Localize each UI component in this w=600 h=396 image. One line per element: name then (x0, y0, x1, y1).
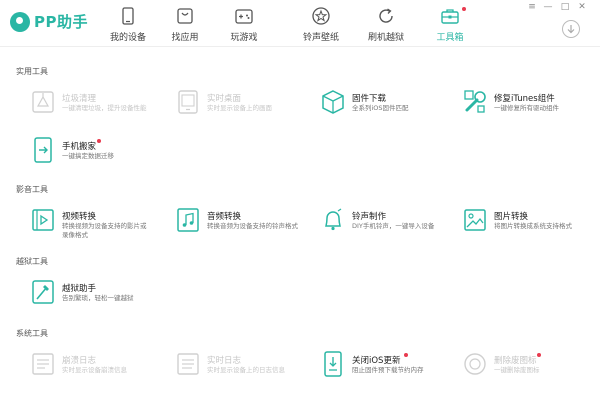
tool-name: 实时桌面 (207, 94, 242, 104)
new-badge (97, 139, 101, 143)
box-icon (322, 90, 344, 114)
tool-name: 修复iTunes组件 (494, 94, 555, 104)
tool-delete-dead-icons[interactable]: 删除废图标 一键删除废图标 (462, 350, 600, 384)
nav-toolbox[interactable]: 工具箱 (420, 7, 480, 43)
tool-name: 固件下载 (352, 94, 387, 104)
close-button[interactable]: ✕ (576, 2, 588, 12)
nav-label: 工具箱 (436, 33, 464, 43)
tool-desc: 转换音频为设备支持的铃声格式 (207, 222, 298, 230)
tool-name: 垃圾清理 (62, 94, 97, 104)
star-icon (312, 7, 330, 25)
tool-video-convert[interactable]: 视频转换 转换视频为设备支持的影片或 录像格式 (30, 206, 170, 240)
tool-desc: 转换视频为设备支持的影片或 录像格式 (62, 222, 147, 239)
broom-icon (32, 91, 54, 113)
tool-name: 手机搬家 (62, 142, 97, 152)
log-live-icon (177, 353, 199, 375)
refresh-icon (379, 8, 393, 23)
log-icon (32, 353, 54, 375)
tool-desc: 实时显示设备崩溃信息 (62, 366, 127, 374)
tool-desc: 一键修复所有驱动组件 (494, 104, 559, 112)
new-badge (404, 353, 408, 357)
tool-desc: 将图片转换成系统支持格式 (494, 222, 572, 230)
nav-flash-jailbreak[interactable]: 刷机越狱 (356, 7, 416, 43)
arrow-down-icon (567, 25, 575, 34)
tool-audio-convert[interactable]: 音频转换 转换音频为设备支持的铃声格式 (175, 206, 315, 240)
tool-realtime-desktop[interactable]: 实时桌面 实时显示设备上的画面 (175, 88, 315, 122)
tool-desc: 一键清理垃圾，提升设备性能 (62, 104, 147, 112)
image-icon (464, 209, 486, 231)
nav-find-apps[interactable]: 找应用 (155, 7, 215, 43)
minimize-button[interactable]: — (542, 2, 554, 12)
tool-name: 实时日志 (207, 356, 242, 366)
music-icon (177, 208, 199, 232)
tool-name: 崩溃日志 (62, 356, 97, 366)
nav-label: 找应用 (171, 33, 199, 43)
tool-desc: 全系列iOS固件匹配 (352, 104, 409, 112)
section-title-media: 影音工具 (16, 185, 48, 194)
tool-realtime-log[interactable]: 实时日志 实时显示设备上的日志信息 (175, 350, 315, 384)
screen-icon (178, 90, 198, 114)
tool-name: 删除废图标 (494, 356, 537, 366)
tool-ringtone-maker[interactable]: 铃声制作 DIY手机铃声，一键导入设备 (320, 206, 460, 240)
tool-desc: DIY手机铃声，一键导入设备 (352, 222, 435, 230)
pp-logo-icon (10, 11, 30, 32)
nav-games[interactable]: 玩游戏 (214, 7, 274, 43)
tool-firmware-download[interactable]: 固件下载 全系列iOS固件匹配 (320, 88, 460, 122)
section-title-system: 系统工具 (16, 329, 48, 338)
nav-ringtones-wallpapers[interactable]: 铃声壁纸 (291, 7, 351, 43)
tool-image-convert[interactable]: 图片转换 将图片转换成系统支持格式 (462, 206, 600, 240)
maximize-button[interactable]: □ (559, 2, 571, 12)
film-icon (32, 209, 54, 231)
app-title: PP助手 (34, 13, 88, 31)
tool-junk-clean[interactable]: 垃圾清理 一键清理垃圾，提升设备性能 (30, 88, 170, 122)
tool-crash-log[interactable]: 崩溃日志 实时显示设备崩溃信息 (30, 350, 170, 384)
nav-label: 刷机越狱 (367, 33, 404, 43)
nav-label: 玩游戏 (230, 33, 258, 43)
download-manager-button[interactable] (562, 20, 580, 38)
phone-transfer-icon (34, 137, 52, 163)
wrench-icon (464, 90, 486, 113)
app-logo: PP助手 (10, 11, 88, 32)
bag-icon (177, 8, 193, 24)
section-title-jailbreak: 越狱工具 (16, 257, 48, 266)
nav-label: 铃声壁纸 (302, 33, 339, 43)
nav-label: 我的设备 (109, 33, 146, 43)
menu-button[interactable]: ≡ (526, 2, 538, 12)
tool-phone-transfer[interactable]: 手机搬家 一键搞定数据迁移 (30, 136, 170, 170)
tool-desc: 阻止固件预下载节约内存 (352, 366, 424, 374)
tool-name: 视频转换 (62, 212, 97, 222)
tool-disable-ios-update[interactable]: 关闭iOS更新 阻止固件预下载节约内存 (320, 350, 460, 384)
tool-jailbreak-assistant[interactable]: 越狱助手 告别繁琐，轻松一键越狱 (30, 278, 170, 312)
section-title-utilities: 实用工具 (16, 67, 48, 76)
tool-desc: 实时显示设备上的日志信息 (207, 366, 285, 374)
tool-desc: 一键删除废图标 (494, 366, 540, 374)
update-off-icon (324, 351, 342, 377)
tool-desc: 告别繁琐，轻松一键越狱 (62, 294, 134, 302)
toolbox-icon (441, 9, 459, 24)
phone-icon (122, 7, 134, 25)
tool-name: 音频转换 (207, 212, 242, 222)
bell-icon (325, 208, 342, 231)
tool-name: 图片转换 (494, 212, 529, 222)
tool-name: 越狱助手 (62, 284, 97, 294)
tool-name: 关闭iOS更新 (352, 356, 401, 366)
key-icon (32, 280, 54, 304)
nav-my-device[interactable]: 我的设备 (98, 7, 158, 43)
delete-icon-icon (464, 353, 486, 375)
new-badge (537, 353, 541, 357)
notification-badge (462, 7, 466, 11)
tool-repair-itunes[interactable]: 修复iTunes组件 一键修复所有驱动组件 (462, 88, 600, 122)
tool-name: 铃声制作 (352, 212, 387, 222)
top-bar: PP助手 我的设备 找应用 玩游戏 铃声壁纸 刷机越狱 工具箱 ≡ — □ ✕ (0, 0, 600, 47)
tool-desc: 一键搞定数据迁移 (62, 152, 114, 160)
tool-desc: 实时显示设备上的画面 (207, 104, 272, 112)
gamepad-icon (235, 9, 253, 24)
